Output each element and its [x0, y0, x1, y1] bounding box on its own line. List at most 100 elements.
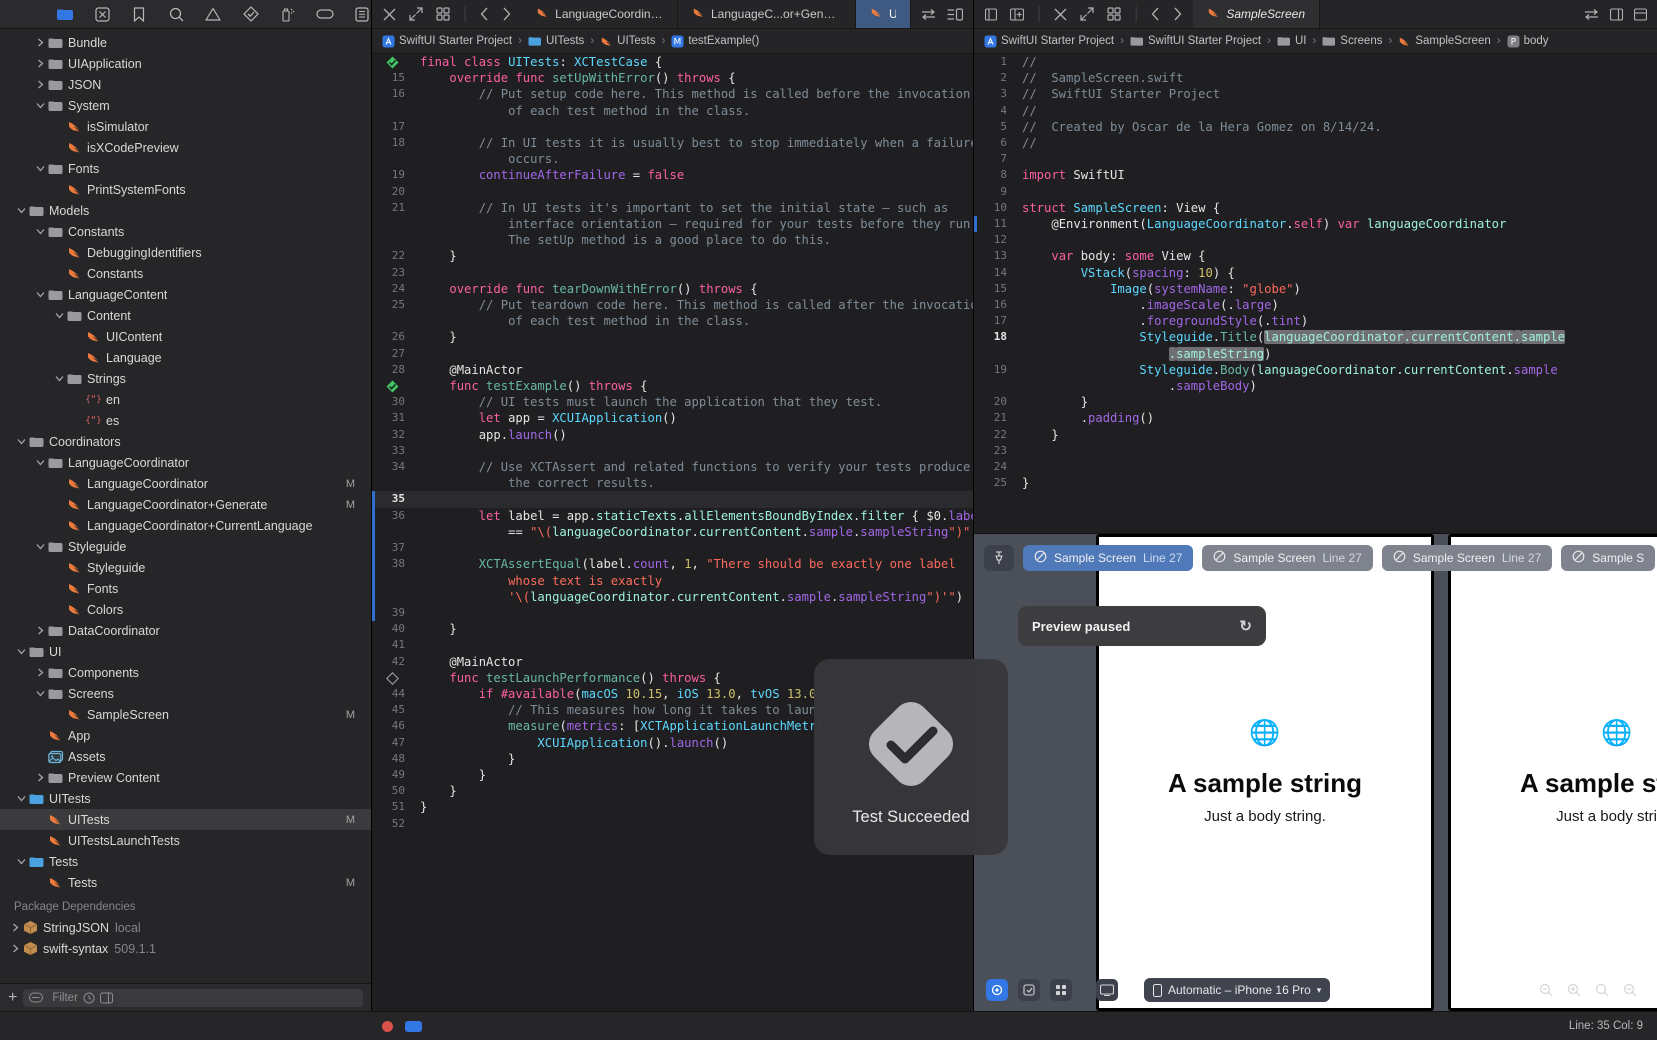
filter-clock-icon[interactable] [83, 992, 95, 1004]
code-line[interactable]: 10 struct SampleScreen: View { [974, 200, 1657, 216]
zoom-out-icon[interactable] [1539, 983, 1553, 997]
file-tree-row[interactable]: Constants [0, 221, 371, 242]
code-line[interactable]: 19 Styleguide.Body(languageCoordinator.c… [974, 362, 1657, 378]
breadcrumb-item[interactable]: Pbody [1507, 35, 1549, 48]
code-line[interactable]: 18 Styleguide.Title(languageCoordinator.… [974, 329, 1657, 345]
file-tree-row[interactable]: Styleguide [0, 557, 371, 578]
code-line[interactable]: 25} [974, 475, 1657, 491]
file-tree-row[interactable]: Tests M [0, 872, 371, 893]
code-line[interactable]: 33 [372, 443, 973, 459]
code-line[interactable]: 40 } [372, 621, 973, 637]
disclosure-closed-icon[interactable] [33, 668, 47, 677]
code-line[interactable]: 19 continueAfterFailure = false [372, 167, 973, 183]
x-square-icon[interactable] [93, 6, 111, 23]
panel-left-icon[interactable] [985, 7, 997, 21]
disclosure-open-icon[interactable] [14, 648, 28, 655]
left-code-area[interactable]: final class UITests: XCTestCase {15 over… [372, 54, 973, 1011]
breadcrumb-item[interactable]: SampleScreen [1398, 35, 1491, 48]
swap-icon[interactable] [921, 8, 936, 21]
code-line[interactable]: 21 // In UI tests it's important to set … [372, 200, 973, 216]
disclosure-open-icon[interactable] [33, 102, 47, 109]
code-line[interactable]: 31 let app = XCUIApplication() [372, 410, 973, 426]
code-line[interactable]: 22 } [974, 427, 1657, 443]
code-line[interactable]: '\(languageCoordinator.currentContent.sa… [372, 588, 973, 605]
preview-tab[interactable]: Sample Screen Line 27 [1023, 545, 1194, 571]
code-line[interactable]: 15 override func setUpWithError() throws… [372, 70, 973, 86]
disclosure-open-icon[interactable] [14, 795, 28, 802]
code-line[interactable]: 9 [974, 184, 1657, 200]
file-tree-row[interactable]: Language [0, 347, 371, 368]
disclosure-open-icon[interactable] [14, 438, 28, 445]
test-passed-diamond-icon[interactable] [386, 56, 399, 69]
file-tree[interactable]: Bundle UIApplication JSON System isSimulator… [0, 29, 371, 983]
package-row[interactable]: swift-syntax 509.1.1 [0, 938, 371, 959]
code-line[interactable]: 23 [372, 265, 973, 281]
file-tree-row[interactable]: Bundle [0, 32, 371, 53]
disclosure-closed-icon[interactable] [33, 80, 47, 89]
breadcrumb-item[interactable]: MtestExample() [671, 35, 759, 48]
package-row[interactable]: StringJSON local [0, 917, 371, 938]
code-line[interactable]: 13 var body: some View { [974, 248, 1657, 264]
file-tree-row[interactable]: Models [0, 200, 371, 221]
code-line[interactable]: 11 @Environment(LanguageCoordinator.self… [974, 216, 1657, 233]
file-tree-row[interactable]: Styleguide [0, 536, 371, 557]
code-line[interactable]: 8 import SwiftUI [974, 167, 1657, 183]
file-tree-row[interactable]: {“} es [0, 410, 371, 431]
code-line[interactable]: 16 .imageScale(.large) [974, 297, 1657, 313]
code-line[interactable]: of each test method in the class. [372, 313, 973, 329]
editor-tab[interactable]: LanguageC...or+Generate [678, 0, 857, 28]
file-tree-row[interactable]: UI [0, 641, 371, 662]
filter-layout-icon[interactable] [99, 992, 113, 1004]
code-line[interactable]: 35 [372, 491, 973, 508]
code-line[interactable]: 15 Image(systemName: "globe") [974, 281, 1657, 297]
preview-tab[interactable]: Sample S [1561, 545, 1656, 571]
forward-chevron-icon[interactable] [1173, 7, 1182, 21]
back-chevron-icon[interactable] [1151, 7, 1160, 21]
file-tree-row[interactable]: Colors [0, 599, 371, 620]
file-tree-row[interactable]: LanguageCoordinator [0, 452, 371, 473]
grid-icon[interactable] [436, 7, 450, 21]
warning-triangle-icon[interactable] [204, 6, 222, 23]
code-line[interactable]: interface orientation – required for you… [372, 216, 973, 232]
code-line[interactable]: 12 [974, 232, 1657, 248]
selectable-icon[interactable] [1018, 979, 1040, 1001]
code-line[interactable]: 28 @MainActor [372, 362, 973, 378]
editor-tab[interactable]: U [856, 0, 911, 28]
panel-add-icon[interactable] [1010, 7, 1024, 21]
file-tree-row[interactable]: isXCodePreview [0, 137, 371, 158]
code-line[interactable]: .sampleBody) [974, 378, 1657, 394]
file-tree-row[interactable]: LanguageCoordinator M [0, 473, 371, 494]
code-line[interactable]: the correct results. [372, 475, 973, 491]
file-tree-row[interactable]: UITestsLaunchTests [0, 830, 371, 851]
test-passed-diamond-icon[interactable] [386, 380, 399, 393]
editor-tab[interactable]: SampleScreen [1193, 0, 1321, 28]
variants-icon[interactable] [1050, 979, 1072, 1001]
grid-icon[interactable] [1107, 7, 1121, 21]
editor-tab[interactable]: LanguageCoordinator [522, 0, 678, 28]
code-line[interactable]: 6 // [974, 135, 1657, 151]
code-line[interactable]: 26 } [372, 329, 973, 345]
library-icon[interactable] [1634, 7, 1647, 21]
code-line[interactable]: 7 [974, 151, 1657, 167]
pin-icon[interactable] [984, 545, 1014, 571]
zoom-fit-icon[interactable] [1595, 983, 1609, 997]
disclosure-open-icon[interactable] [33, 165, 47, 172]
file-tree-row[interactable]: Tests [0, 851, 371, 872]
code-line[interactable]: 37 [372, 540, 973, 557]
file-tree-row[interactable]: {“} en [0, 389, 371, 410]
breadcrumb-item[interactable]: SwiftUI Starter Project [1130, 35, 1261, 47]
file-tree-row[interactable]: Constants [0, 263, 371, 284]
add-file-button[interactable]: + [8, 989, 17, 1006]
expand-icon[interactable] [1080, 7, 1094, 21]
diamond-check-icon[interactable] [242, 6, 260, 23]
zoom-in-icon[interactable] [1567, 983, 1581, 997]
file-tree-row[interactable]: UIApplication [0, 53, 371, 74]
refresh-icon[interactable]: ↻ [1239, 617, 1252, 635]
breakpoint-dot-icon[interactable] [382, 1020, 393, 1032]
code-line[interactable]: func testExample() throws { [372, 378, 973, 394]
debug-pill-icon[interactable] [405, 1020, 422, 1032]
code-line[interactable]: 20 } [974, 394, 1657, 410]
disclosure-open-icon[interactable] [14, 207, 28, 214]
device-picker[interactable]: Automatic – iPhone 16 Pro ▾ [1144, 978, 1331, 1002]
close-icon[interactable] [383, 8, 396, 21]
